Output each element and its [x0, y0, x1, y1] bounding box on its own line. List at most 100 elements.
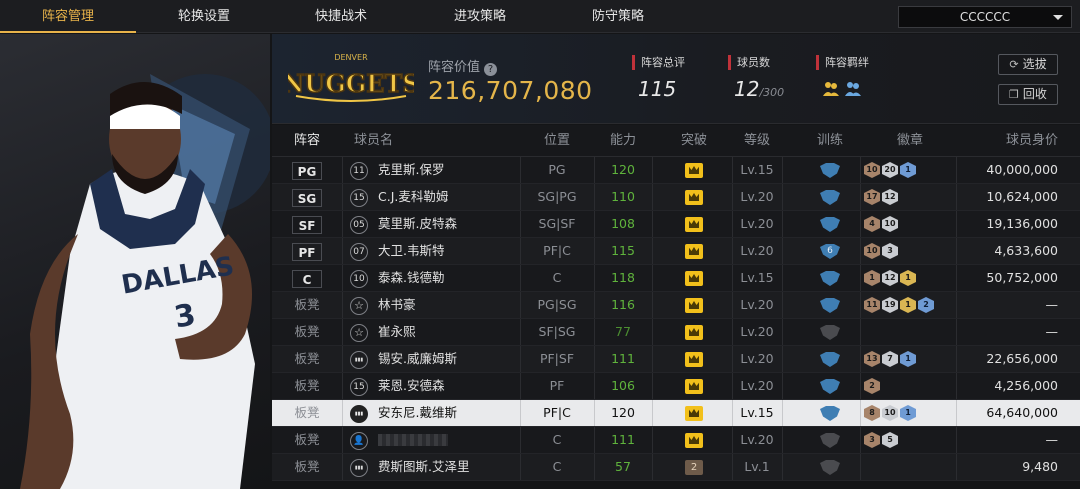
header-training[interactable]: 训练 — [806, 125, 854, 157]
table-row[interactable]: PG 11 克里斯.保罗 PG 120 Lv.15 40,000,000 10 20 1 — [272, 157, 1080, 184]
lineup-slot[interactable]: 板凳 — [272, 454, 342, 480]
table-row[interactable]: 板凳 ▮▮▮ 费斯图斯.艾泽里 C 57 Lv.1 9,480 2 — [272, 454, 1080, 481]
tab-defense-strategy[interactable]: 防守策略 — [550, 0, 686, 33]
lineup-slot[interactable]: SG — [272, 184, 342, 210]
badges[interactable]: 10 3 — [864, 238, 956, 264]
lineup-slot[interactable]: 板凳 — [272, 373, 342, 399]
training[interactable] — [810, 319, 850, 345]
training[interactable] — [810, 265, 850, 291]
badges[interactable] — [864, 319, 956, 345]
lineup-slot[interactable]: C — [272, 265, 342, 291]
breakthrough[interactable] — [674, 211, 714, 237]
lineup-slot[interactable]: 板凳 — [272, 319, 342, 345]
crown-icon — [685, 433, 703, 448]
header-position[interactable]: 位置 — [520, 125, 594, 157]
training[interactable] — [810, 292, 850, 318]
badges[interactable]: 10 20 1 — [864, 157, 956, 183]
badges[interactable] — [864, 454, 956, 480]
badges[interactable]: 17 12 — [864, 184, 956, 210]
badges[interactable]: 11 19 1 2 — [864, 292, 956, 318]
jersey-number: 15 — [350, 377, 368, 396]
player-name[interactable]: 安东尼.戴维斯 — [378, 400, 518, 426]
table-row[interactable]: 板凳 ▮▮▮ 安东尼.戴维斯 PF|C 120 Lv.15 64,640,000 8 10 1 — [272, 400, 1080, 427]
table-row[interactable]: 板凳 ☆ 林书豪 PG|SG 116 Lv.20 — 11 19 1 2 — [272, 292, 1080, 319]
training[interactable] — [810, 211, 850, 237]
badges[interactable]: 35 — [864, 427, 956, 453]
player-icon: ☆ — [350, 319, 372, 345]
player-name[interactable]: 大卫.韦斯特 — [378, 238, 518, 264]
player-name[interactable]: 莫里斯.皮特森 — [378, 211, 518, 237]
table-row[interactable]: 板凳 15 莱恩.安德森 PF 106 Lv.20 4,256,000 2 — [272, 373, 1080, 400]
badges[interactable]: 13 7 1 — [864, 346, 956, 372]
user-select[interactable]: CCCCCC — [898, 6, 1072, 28]
column-divider — [782, 319, 783, 345]
header-breakthrough[interactable]: 突破 — [670, 125, 718, 157]
training[interactable] — [810, 346, 850, 372]
breakthrough[interactable] — [674, 157, 714, 183]
breakthrough[interactable] — [674, 265, 714, 291]
player-name[interactable]: 费斯图斯.艾泽里 — [378, 454, 518, 480]
table-row[interactable]: SF 05 莫里斯.皮特森 SG|SF 108 Lv.20 19,136,000 4 10 — [272, 211, 1080, 238]
table-row[interactable]: 板凳 ▮▮▮ 锡安.威廉姆斯 PF|SF 111 Lv.20 22,656,000 13 7 1 — [272, 346, 1080, 373]
help-icon[interactable]: ? — [484, 63, 498, 76]
breakthrough[interactable] — [674, 319, 714, 345]
header-salary[interactable]: 球员身价 — [972, 125, 1058, 157]
breakthrough[interactable] — [674, 373, 714, 399]
badges[interactable]: 8 10 1 — [864, 400, 956, 426]
header-level[interactable]: 等级 — [732, 125, 782, 157]
column-divider — [860, 319, 861, 345]
bond-gold-icon[interactable] — [822, 79, 840, 97]
player-name[interactable]: 泰森.钱德勒 — [378, 265, 518, 291]
player-name[interactable]: 莱恩.安德森 — [378, 373, 518, 399]
lineup-slot[interactable]: PF — [272, 238, 342, 264]
badges[interactable]: 1 12 1 — [864, 265, 956, 291]
training[interactable] — [810, 427, 850, 453]
player-name[interactable]: 崔永熙 — [378, 319, 518, 345]
tab-quick-tactics[interactable]: 快捷战术 — [273, 0, 409, 33]
header-player-name[interactable]: 球员名 — [354, 125, 393, 157]
select-button[interactable]: ⟳ 选拔 — [998, 54, 1058, 75]
badges[interactable]: 4 10 — [864, 211, 956, 237]
bond-icons — [816, 79, 869, 97]
training[interactable] — [810, 454, 850, 480]
training[interactable] — [810, 400, 850, 426]
lineup-slot[interactable]: 板凳 — [272, 427, 342, 453]
tab-lineup-management[interactable]: 阵容管理 — [0, 0, 136, 33]
stat-players-label: 球员数 — [728, 55, 784, 70]
table-row[interactable]: SG 15 C.J.麦科勒姆 SG|PG 110 Lv.20 10,624,000 17 12 — [272, 184, 1080, 211]
lineup-slot[interactable]: PG — [272, 157, 342, 183]
recycle-button[interactable]: ❐ 回收 — [998, 84, 1058, 105]
badges[interactable]: 2 — [864, 373, 956, 399]
shield-icon — [820, 298, 840, 313]
table-row[interactable]: 板凳 ☆ 崔永熙 SF|SG 77 Lv.20 — — [272, 319, 1080, 346]
player-name[interactable]: 林书豪 — [378, 292, 518, 318]
lineup-slot[interactable]: 板凳 — [272, 400, 342, 426]
breakthrough[interactable] — [674, 238, 714, 264]
tab-rotation-settings[interactable]: 轮换设置 — [136, 0, 272, 33]
bond-blue-icon[interactable] — [844, 79, 862, 97]
table-row[interactable]: 板凳 👤 C 111 Lv.20 — 3 5 — [272, 427, 1080, 454]
table-row[interactable]: C 10 泰森.钱德勒 C 118 Lv.15 50,752,000 1 12 1 — [272, 265, 1080, 292]
tab-offense-strategy[interactable]: 进攻策略 — [412, 0, 548, 33]
training[interactable] — [810, 373, 850, 399]
breakthrough[interactable] — [674, 400, 714, 426]
column-divider — [956, 265, 957, 291]
training[interactable] — [810, 184, 850, 210]
player-name[interactable]: C.J.麦科勒姆 — [378, 184, 518, 210]
breakthrough[interactable]: 2 — [674, 454, 714, 480]
player-name[interactable]: 锡安.威廉姆斯 — [378, 346, 518, 372]
training[interactable] — [810, 157, 850, 183]
breakthrough[interactable] — [674, 346, 714, 372]
table-row[interactable]: PF 07 大卫.韦斯特 PF|C 115 Lv.20 4,633,600 6 10 3 — [272, 238, 1080, 265]
header-lineup[interactable]: 阵容 — [272, 125, 342, 157]
lineup-slot[interactable]: 板凳 — [272, 346, 342, 372]
lineup-slot[interactable]: 板凳 — [272, 292, 342, 318]
lineup-slot[interactable]: SF — [272, 211, 342, 237]
breakthrough[interactable] — [674, 427, 714, 453]
header-badges[interactable]: 徽章 — [886, 125, 934, 157]
player-name[interactable]: 克里斯.保罗 — [378, 157, 518, 183]
breakthrough[interactable] — [674, 292, 714, 318]
training[interactable]: 6 — [810, 238, 850, 264]
header-ability[interactable]: 能力 — [594, 125, 652, 157]
breakthrough[interactable] — [674, 184, 714, 210]
